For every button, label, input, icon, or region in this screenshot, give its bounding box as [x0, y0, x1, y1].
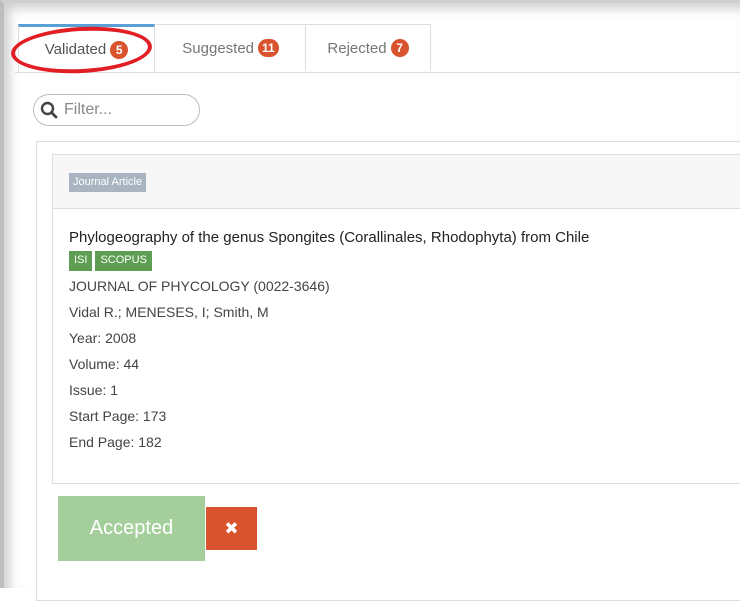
filter-box[interactable]: [33, 94, 200, 126]
publication-title: Phylogeography of the genus Spongites (C…: [69, 229, 590, 246]
suggested-count-badge: 11: [258, 39, 279, 57]
publication-card: Journal Article Phylogeography of the ge…: [52, 154, 740, 484]
card-header: Journal Article: [53, 155, 740, 209]
tag-isi: ISI: [69, 251, 93, 271]
tag-scopus: SCOPUS: [95, 251, 152, 271]
close-icon: ✖: [224, 518, 239, 539]
end-page: End Page: 182: [69, 434, 162, 450]
publication-meta: JOURNAL OF PHYCOLOGY (0022-3646) Vidal R…: [69, 273, 589, 455]
publication-type-label: Journal Article: [69, 173, 147, 192]
start-page: Start Page: 173: [69, 408, 167, 424]
rejected-count-badge: 7: [390, 39, 409, 57]
tab-rejected-label: Rejected: [327, 39, 387, 57]
search-icon: [40, 101, 58, 119]
tab-suggested-label: Suggested: [182, 39, 255, 57]
accepted-button[interactable]: Accepted: [58, 496, 205, 561]
card-body: Phylogeography of the genus Spongites (C…: [69, 228, 589, 455]
issue: Issue: 1: [69, 382, 119, 398]
journal-name: JOURNAL OF PHYCOLOGY (0022-3646): [69, 278, 330, 294]
tab-rejected[interactable]: Rejected 7: [306, 24, 431, 71]
year: Year: 2008: [69, 330, 137, 346]
reject-button[interactable]: ✖: [206, 507, 257, 550]
tab-suggested[interactable]: Suggested 11: [156, 24, 306, 71]
index-tags: ISI SCOPUS: [69, 251, 589, 271]
tab-validated[interactable]: Validated 5: [18, 24, 155, 72]
tab-bar: Validated 5 Suggested 11 Rejected 7: [15, 24, 740, 73]
volume: Volume: 44: [69, 356, 140, 372]
tab-validated-label: Validated: [44, 41, 107, 58]
filter-input[interactable]: [62, 100, 186, 120]
authors: Vidal R.; MENESES, I; Smith, M: [69, 304, 269, 320]
validated-count-badge: 5: [110, 40, 129, 59]
